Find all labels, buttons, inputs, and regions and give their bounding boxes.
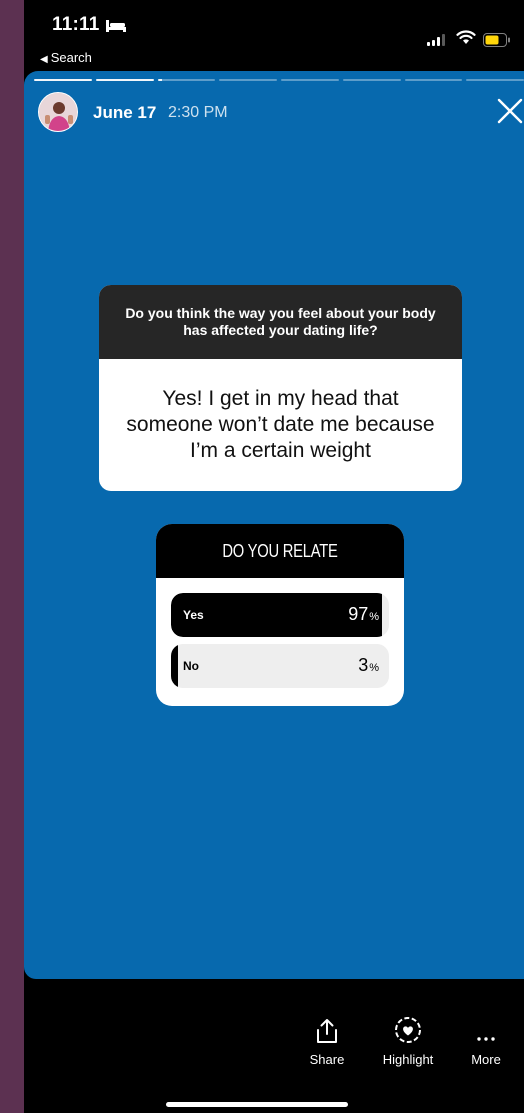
more-dots-icon — [477, 1037, 495, 1041]
battery-icon — [483, 33, 510, 47]
poll-option-label: No — [183, 659, 199, 673]
progress-segment — [95, 79, 154, 81]
poll-sticker: DO YOU RELATE Yes 97% No 3% — [156, 524, 404, 706]
highlight-heart-icon — [395, 1017, 421, 1043]
more-button[interactable]: More — [466, 1016, 506, 1067]
progress-segment — [219, 79, 277, 81]
progress-segment — [404, 79, 463, 81]
share-label: Share — [309, 1052, 345, 1067]
poll-option-percent: 97% — [348, 604, 379, 624]
highlight-button[interactable]: Highlight — [374, 1016, 442, 1067]
poll-option-yes[interactable]: Yes 97% — [171, 593, 389, 637]
home-indicator[interactable] — [166, 1102, 348, 1107]
progress-segment — [342, 79, 401, 81]
poll-option-no[interactable]: No 3% — [171, 644, 389, 688]
question-sticker: Do you think the way you feel about your… — [99, 285, 462, 491]
back-arrow-icon: ◀ — [40, 54, 48, 65]
question-text: Do you think the way you feel about your… — [99, 285, 462, 359]
profile-avatar[interactable] — [38, 92, 78, 132]
poll-header: DO YOU RELATE — [156, 524, 404, 578]
poll-option-percent: 3% — [358, 655, 379, 675]
progress-segment — [34, 79, 92, 81]
back-label: Search — [50, 50, 92, 65]
more-label: More — [471, 1052, 501, 1067]
avatar-image — [39, 93, 77, 131]
sleep-focus-icon — [106, 20, 126, 32]
wifi-icon — [456, 30, 476, 44]
story-time: 2:30 PM — [168, 104, 228, 121]
story-viewer[interactable]: June 17 2:30 PM Do you think the way you… — [24, 71, 524, 979]
highlight-label: Highlight — [382, 1052, 434, 1067]
progress-segment — [466, 79, 524, 81]
share-button[interactable]: Share — [305, 1016, 349, 1067]
story-progress-bar — [34, 79, 524, 82]
phone-screen: 11:11 ◀ Search June 17 2:30 PM Do you th… — [24, 0, 524, 1113]
cellular-signal-icon — [427, 34, 445, 46]
answer-text: Yes! I get in my head that someone won’t… — [126, 387, 435, 462]
close-icon[interactable] — [496, 97, 524, 125]
poll-title: DO YOU RELATE — [178, 524, 382, 578]
progress-segment-current — [157, 79, 216, 81]
poll-result-bar — [171, 644, 178, 688]
status-time: 11:11 — [52, 14, 100, 35]
story-date: June 17 — [93, 103, 157, 122]
progress-segment — [281, 79, 339, 81]
poll-option-label: Yes — [183, 608, 204, 622]
back-to-search-link[interactable]: ◀ Search — [40, 50, 92, 65]
share-icon — [317, 1019, 337, 1043]
